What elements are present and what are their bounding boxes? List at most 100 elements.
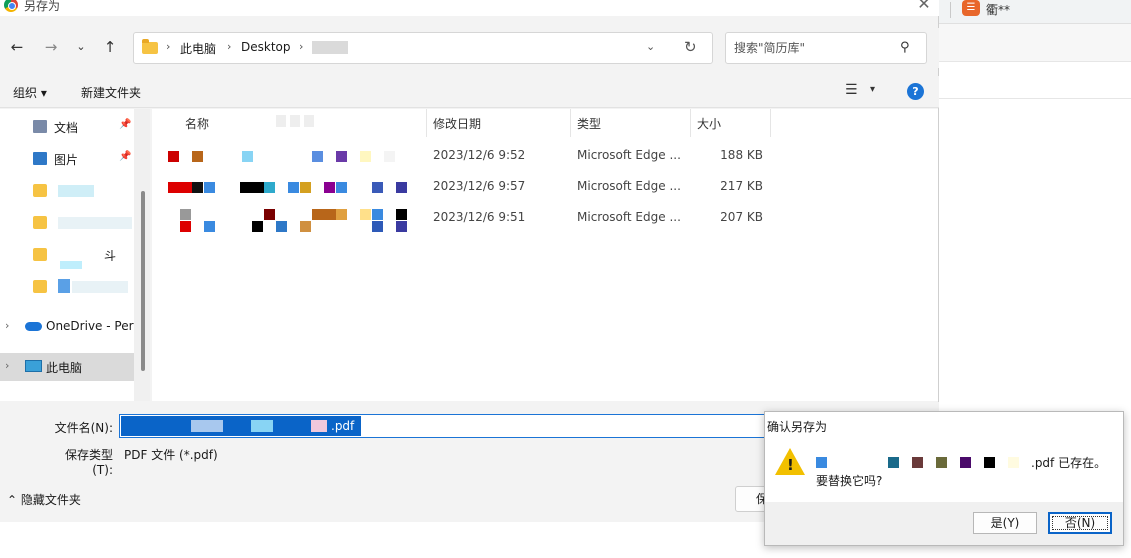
up-button[interactable]: ↑ xyxy=(99,36,121,58)
redacted-filename xyxy=(166,145,406,167)
back-button[interactable]: ← xyxy=(6,36,28,58)
folder-icon xyxy=(33,248,47,261)
browser-tab[interactable]: 衢** xyxy=(986,1,1010,18)
address-dropdown-icon[interactable]: ⌄ xyxy=(646,40,655,53)
sidebar-item-onedrive[interactable]: › OneDrive - Pers xyxy=(0,313,134,341)
table-row[interactable]: 2023/12/6 9:51 Microsoft Edge ... 207 KB xyxy=(152,202,938,233)
folder-icon xyxy=(33,184,47,197)
forward-button[interactable]: → xyxy=(40,36,62,58)
redacted-filename xyxy=(816,457,1030,469)
column-divider[interactable] xyxy=(426,109,427,137)
folder-icon xyxy=(33,280,47,293)
filetype-label: 保存类型(T): xyxy=(64,448,113,477)
sidebar-item-documents[interactable]: 文档 📌 xyxy=(0,113,134,141)
browser-tabbar: ☰ 衢** xyxy=(938,0,1131,24)
browser-toolbar xyxy=(938,24,1131,62)
file-list: 名称 修改日期 类型 大小 2023/12/6 9:52 Microsoft E… xyxy=(152,109,938,401)
breadcrumb-redacted[interactable] xyxy=(312,41,348,54)
close-icon[interactable]: ✕ xyxy=(915,0,933,13)
yes-button[interactable]: 是(Y) xyxy=(973,512,1037,534)
hide-folders-toggle[interactable]: ⌃ 隐藏文件夹 xyxy=(7,491,81,508)
cell-size: 207 KB xyxy=(720,210,763,224)
cell-type: Microsoft Edge ... xyxy=(577,148,681,162)
folder-icon xyxy=(33,216,47,229)
folder-icon xyxy=(142,39,158,54)
cell-size: 188 KB xyxy=(720,148,763,162)
filename-selection[interactable]: .pdf xyxy=(121,416,361,436)
address-bar[interactable]: › 此电脑 › Desktop › ⌄ ↻ xyxy=(133,32,713,64)
recent-locations-button[interactable]: ⌄ xyxy=(70,36,92,58)
column-header-size[interactable]: 大小 xyxy=(697,115,721,132)
view-options-icon[interactable]: ☰ xyxy=(845,82,858,98)
organize-button[interactable]: 组织 ▾ xyxy=(13,84,47,101)
filetype-select[interactable]: PDF 文件 (*.pdf) xyxy=(119,442,767,466)
view-dropdown-icon[interactable]: ▾ xyxy=(870,84,875,95)
sidebar-item-label: OneDrive - Pers xyxy=(46,319,134,333)
onedrive-icon xyxy=(25,322,42,331)
search-input[interactable] xyxy=(734,39,894,57)
filename-input[interactable]: .pdf xyxy=(119,414,767,438)
tab-separator xyxy=(950,2,951,18)
breadcrumb-separator: › xyxy=(166,40,171,53)
redacted-label xyxy=(72,281,128,293)
confirm-message-line1: .pdf 已存在。 xyxy=(1031,456,1107,470)
sidebar-item-pictures[interactable]: 图片 📌 xyxy=(0,145,134,173)
confirm-dialog: 确认另存为 ! .pdf 已存在。 要替换它吗? 是(Y) 否(N) xyxy=(764,411,1124,546)
search-icon[interactable]: ⚲ xyxy=(900,40,910,55)
column-divider[interactable] xyxy=(690,109,691,137)
new-folder-button[interactable]: 新建文件夹 xyxy=(81,84,141,101)
tab-favicon-icon: ☰ xyxy=(962,0,980,16)
column-divider[interactable] xyxy=(570,109,571,137)
search-box[interactable]: ⚲ xyxy=(725,32,927,64)
expand-icon[interactable]: › xyxy=(5,319,9,332)
sidebar-item-this-pc[interactable]: › 此电脑 xyxy=(0,353,134,381)
pin-icon: 📌 xyxy=(119,119,132,130)
filetype-value: PDF 文件 (*.pdf) xyxy=(124,448,218,462)
chrome-icon xyxy=(4,0,18,12)
refresh-icon[interactable]: ↻ xyxy=(684,38,697,56)
browser-divider xyxy=(938,98,1131,99)
command-bar: 组织 ▾ 新建文件夹 ☰ ▾ ? xyxy=(0,76,939,108)
dialog-titlebar: 另存为 ✕ xyxy=(0,0,939,16)
sidebar-item-folder[interactable]: 斗 xyxy=(0,241,134,269)
navigation-bar: ← → ⌄ ↑ › 此电脑 › Desktop › ⌄ ↻ ⚲ xyxy=(0,28,939,68)
sidebar-item-folder[interactable] xyxy=(0,209,134,237)
confirm-body: ! .pdf 已存在。 要替换它吗? xyxy=(765,440,1123,502)
cell-modified: 2023/12/6 9:51 xyxy=(433,210,526,224)
table-row[interactable]: 2023/12/6 9:52 Microsoft Edge ... 188 KB xyxy=(152,140,938,171)
confirm-title: 确认另存为 xyxy=(767,420,828,434)
column-header-modified[interactable]: 修改日期 xyxy=(433,115,481,132)
sidebar-item-folder[interactable] xyxy=(0,273,134,301)
column-header-type[interactable]: 类型 xyxy=(577,115,601,132)
breadcrumb-desktop[interactable]: Desktop xyxy=(241,40,291,54)
sidebar-item-folder[interactable] xyxy=(0,177,134,205)
breadcrumb-separator: › xyxy=(299,40,304,53)
cell-modified: 2023/12/6 9:52 xyxy=(433,148,526,162)
breadcrumb-separator: › xyxy=(227,40,232,53)
nav-scrollbar-thumb[interactable] xyxy=(141,191,145,371)
dialog-title: 另存为 xyxy=(24,0,61,13)
redacted-header xyxy=(276,115,318,127)
cell-type: Microsoft Edge ... xyxy=(577,179,681,193)
pin-icon: 📌 xyxy=(119,151,132,162)
column-header-name[interactable]: 名称 xyxy=(185,115,209,132)
help-icon[interactable]: ? xyxy=(907,83,924,100)
navigation-pane: 文档 📌 图片 📌 斗 › OneDrive - Pers › 此电脑 xyxy=(0,109,150,401)
cell-type: Microsoft Edge ... xyxy=(577,210,681,224)
redacted-filename xyxy=(191,420,223,432)
filename-suffix: .pdf xyxy=(331,419,355,433)
cell-size: 217 KB xyxy=(720,179,763,193)
no-button[interactable]: 否(N) xyxy=(1048,512,1112,534)
confirm-message-line2: 要替换它吗? xyxy=(816,474,883,488)
confirm-titlebar: 确认另存为 xyxy=(765,412,1123,440)
computer-icon xyxy=(25,360,42,372)
table-row[interactable]: 2023/12/6 9:57 Microsoft Edge ... 217 KB xyxy=(152,171,938,202)
warning-icon-mark: ! xyxy=(787,456,794,474)
picture-icon xyxy=(33,152,47,165)
column-divider[interactable] xyxy=(770,109,771,137)
sidebar-item-label: 此电脑 xyxy=(46,361,83,375)
expand-icon[interactable]: › xyxy=(5,359,9,372)
redacted-label xyxy=(58,217,132,229)
redacted-label xyxy=(60,261,82,269)
breadcrumb-this-pc[interactable]: 此电脑 xyxy=(180,40,216,57)
